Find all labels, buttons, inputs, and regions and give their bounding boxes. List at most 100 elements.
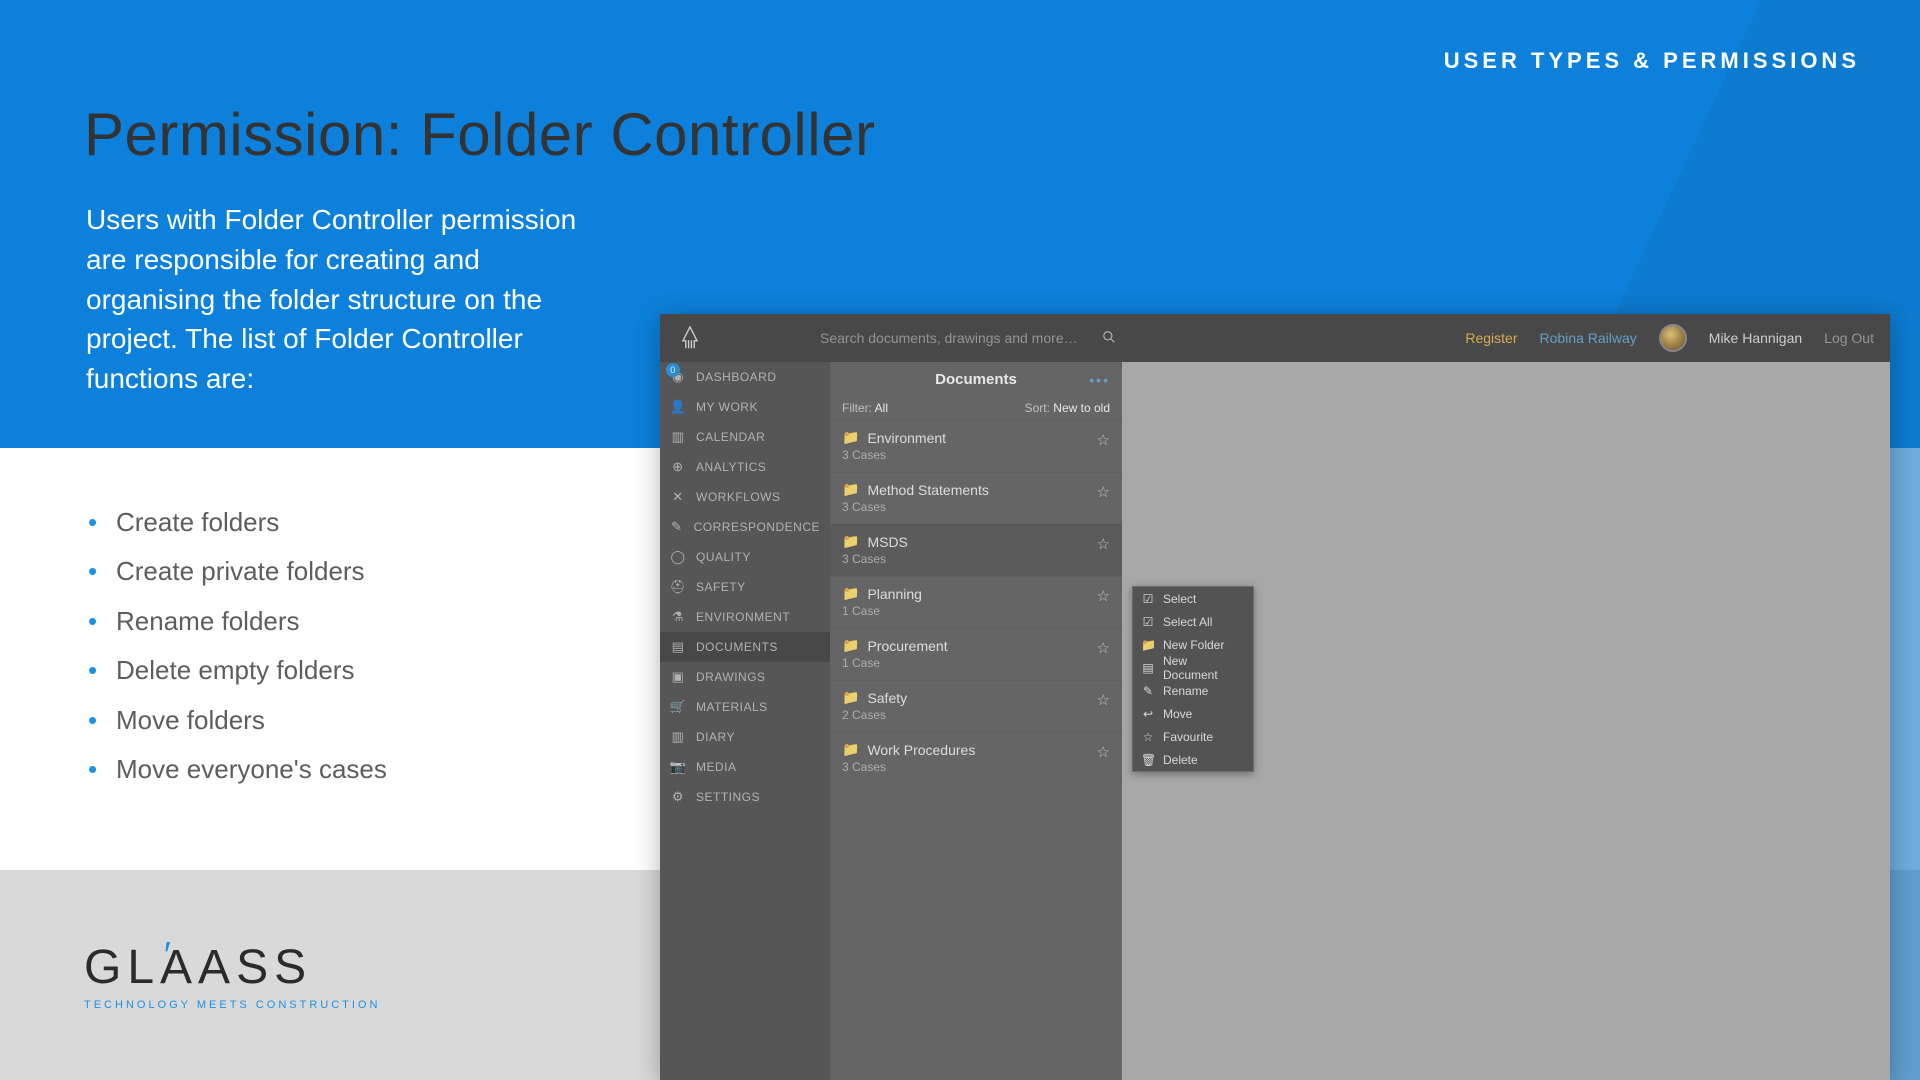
- sort-control[interactable]: Sort: New to old: [1025, 401, 1110, 415]
- star-icon[interactable]: ☆: [1097, 743, 1110, 761]
- select-icon: ☑: [1141, 592, 1155, 606]
- camera-icon: 📷: [670, 759, 686, 775]
- sidebar-item-quality[interactable]: ◯QUALITY: [660, 542, 830, 572]
- folder-count: 3 Cases: [842, 448, 1110, 462]
- bullet-item: Delete empty folders: [86, 646, 546, 695]
- star-icon[interactable]: ☆: [1097, 483, 1110, 501]
- project-name[interactable]: Robina Railway: [1540, 330, 1637, 346]
- sidebar-item-dashboard[interactable]: ◉0DASHBOARD: [660, 362, 830, 392]
- page-title: Permission: Folder Controller: [84, 100, 875, 169]
- sidebar-item-label: MEDIA: [696, 760, 737, 774]
- shuffle-icon: ✕: [670, 489, 686, 505]
- ctx-item-label: Select: [1163, 592, 1196, 606]
- sidebar-item-label: QUALITY: [696, 550, 751, 564]
- sidebar-item-media[interactable]: 📷 MEDIA: [660, 752, 830, 782]
- sidebar: ◉0DASHBOARD👤MY WORK▥CALENDAR⊕ANALYTICS✕W…: [660, 362, 830, 1080]
- sidebar-item-environment[interactable]: ⚗ ENVIRONMENT: [660, 602, 830, 632]
- trash-icon: 🗑: [1141, 753, 1155, 767]
- folder-row[interactable]: 📁MSDS3 Cases☆: [830, 524, 1122, 576]
- bullet-item: Create private folders: [86, 547, 546, 596]
- folder-icon: 📁: [842, 741, 859, 758]
- context-menu: ☑Select☑Select All📁New Folder▤New Docume…: [1132, 586, 1254, 772]
- flask-icon: ⚗: [670, 609, 686, 625]
- image-icon: ▣: [670, 669, 686, 685]
- sidebar-item-settings[interactable]: ⚙SETTINGS: [660, 782, 830, 812]
- sidebar-item-diary[interactable]: ▥DIARY: [660, 722, 830, 752]
- folder-name: Safety: [867, 690, 907, 706]
- folder-icon: 📁: [842, 689, 859, 706]
- folder-icon: 📁: [842, 585, 859, 602]
- star-icon[interactable]: ☆: [1097, 535, 1110, 553]
- breadcrumb: USER TYPES & PERMISSIONS: [1444, 48, 1860, 74]
- ctx-item-label: New Document: [1163, 654, 1245, 682]
- edit-icon: ✎: [670, 519, 684, 535]
- filter-control[interactable]: Filter: All: [842, 401, 888, 415]
- logout-link[interactable]: Log Out: [1824, 330, 1874, 346]
- ctx-item-select[interactable]: ☑ Select: [1133, 587, 1253, 610]
- search-input[interactable]: [820, 330, 1120, 346]
- sidebar-item-safety[interactable]: ⛑SAFETY: [660, 572, 830, 602]
- analytics-icon: ⊕: [670, 459, 686, 475]
- brand-logo: GL A′ ASS TECHNOLOGY MEETS CONSTRUCTION: [84, 940, 380, 1011]
- ctx-item-label: Rename: [1163, 684, 1208, 698]
- user-name[interactable]: Mike Hannigan: [1709, 330, 1802, 346]
- sidebar-item-label: SETTINGS: [696, 790, 760, 804]
- folder-name: Work Procedures: [867, 742, 975, 758]
- folder-list: 📁Environment3 Cases☆📁Method Statements3 …: [830, 420, 1122, 784]
- search-input-wrap[interactable]: [820, 330, 1120, 346]
- select-icon: ☑: [1141, 615, 1155, 629]
- folder-row[interactable]: 📁 Work Procedures 3 Cases☆: [830, 732, 1122, 784]
- star-icon[interactable]: ☆: [1097, 587, 1110, 605]
- folder-count: 1 Case: [842, 656, 1110, 670]
- sidebar-item-materials[interactable]: 🛒MATERIALS: [660, 692, 830, 722]
- register-link[interactable]: Register: [1465, 330, 1517, 346]
- sidebar-item-drawings[interactable]: ▣ DRAWINGS: [660, 662, 830, 692]
- sidebar-item-my-work[interactable]: 👤MY WORK: [660, 392, 830, 422]
- pencil-icon: ✎: [1141, 684, 1155, 698]
- sidebar-item-label: ENVIRONMENT: [696, 610, 790, 624]
- sidebar-item-label: DOCUMENTS: [696, 640, 778, 654]
- ctx-item-move[interactable]: ↩Move: [1133, 702, 1253, 725]
- folder-row[interactable]: 📁Procurement1 Case☆: [830, 628, 1122, 680]
- more-icon[interactable]: •••: [1089, 372, 1110, 388]
- bullet-item: Create folders: [86, 498, 546, 547]
- logo-text: ASS: [198, 940, 312, 995]
- ctx-item-label: Move: [1163, 707, 1192, 721]
- avatar[interactable]: [1659, 324, 1687, 352]
- sidebar-item-workflows[interactable]: ✕WORKFLOWS: [660, 482, 830, 512]
- star-icon[interactable]: ☆: [1097, 639, 1110, 657]
- slide: USER TYPES & PERMISSIONS Permission: Fol…: [0, 0, 1920, 1080]
- star-icon[interactable]: ☆: [1097, 691, 1110, 709]
- ctx-item-label: Delete: [1163, 753, 1198, 767]
- sidebar-item-documents[interactable]: ▤ DOCUMENTS: [660, 632, 830, 662]
- ctx-item-new-document[interactable]: ▤New Document: [1133, 656, 1253, 679]
- folder-icon: 📁: [842, 637, 859, 654]
- ctx-item-select-all[interactable]: ☑Select All: [1133, 610, 1253, 633]
- ctx-item-label: New Folder: [1163, 638, 1224, 652]
- folder-name: Environment: [867, 430, 946, 446]
- sidebar-item-label: DRAWINGS: [696, 670, 766, 684]
- folder-count: 3 Cases: [842, 760, 1110, 774]
- star-icon[interactable]: ☆: [1097, 431, 1110, 449]
- app-logo-icon[interactable]: [660, 324, 720, 352]
- folder-panel-controls: Filter: All Sort: New to old: [830, 396, 1122, 420]
- ctx-item-rename[interactable]: ✎ Rename: [1133, 679, 1253, 702]
- sidebar-item-correspondence[interactable]: ✎CORRESPONDENCE: [660, 512, 830, 542]
- search-icon[interactable]: [1102, 330, 1116, 347]
- folder-icon: 📁: [842, 533, 859, 550]
- sidebar-item-analytics[interactable]: ⊕ANALYTICS: [660, 452, 830, 482]
- folder-row[interactable]: 📁Safety2 Cases☆: [830, 680, 1122, 732]
- sidebar-item-calendar[interactable]: ▥CALENDAR: [660, 422, 830, 452]
- folder-row[interactable]: 📁Environment3 Cases☆: [830, 420, 1122, 472]
- folder-name: MSDS: [867, 534, 907, 550]
- folder-row[interactable]: 📁Method Statements3 Cases☆: [830, 472, 1122, 524]
- folder-row[interactable]: 📁 Planning 1 Case☆: [830, 576, 1122, 628]
- ctx-item-delete[interactable]: 🗑 Delete: [1133, 748, 1253, 771]
- app-screenshot: Register Robina Railway Mike Hannigan Lo…: [660, 314, 1890, 1080]
- folder-name: Planning: [867, 586, 922, 602]
- doc-icon: ▤: [670, 639, 686, 655]
- folder-count: 1 Case: [842, 604, 1110, 618]
- calendar-icon: ▥: [670, 429, 686, 445]
- bullet-item: Move folders: [86, 696, 546, 745]
- ctx-item-favourite[interactable]: ☆Favourite: [1133, 725, 1253, 748]
